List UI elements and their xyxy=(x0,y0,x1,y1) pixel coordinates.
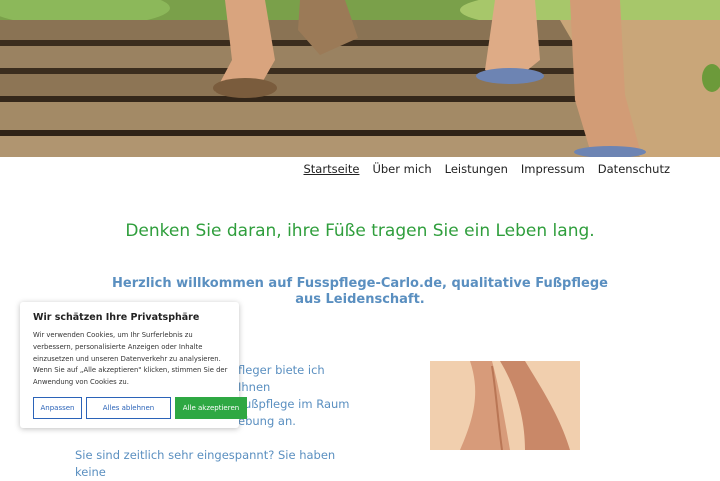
cookie-text: Wir verwenden Cookies, um Ihr Surferlebn… xyxy=(33,331,228,387)
cookie-title: Wir schätzen Ihre Privatsphäre xyxy=(33,312,200,323)
nav-item-datenschutz[interactable]: Datenschutz xyxy=(598,162,670,176)
nav-item-startseite[interactable]: Startseite xyxy=(304,162,360,176)
nav-item-leistungen[interactable]: Leistungen xyxy=(445,162,508,176)
main-nav: Startseite Über mich Leistungen Impressu… xyxy=(304,162,671,176)
intro-paragraph-2: Sie sind zeitlich sehr eingespannt? Sie … xyxy=(75,448,336,479)
cookie-accept-button[interactable]: Alle akzeptieren xyxy=(175,397,247,419)
nav-item-impressum[interactable]: Impressum xyxy=(521,162,585,176)
tagline: Denken Sie daran, ihre Füße tragen Sie e… xyxy=(125,221,595,241)
nav-item-ueber-mich[interactable]: Über mich xyxy=(372,162,431,176)
cookie-reject-button[interactable]: Alles ablehnen xyxy=(86,397,171,419)
feet-image xyxy=(430,361,580,450)
hero-image xyxy=(0,0,720,157)
cookie-banner: Wir schätzen Ihre Privatsphäre Wir verwe… xyxy=(20,302,247,428)
cookie-adjust-button[interactable]: Anpassen xyxy=(33,397,82,419)
